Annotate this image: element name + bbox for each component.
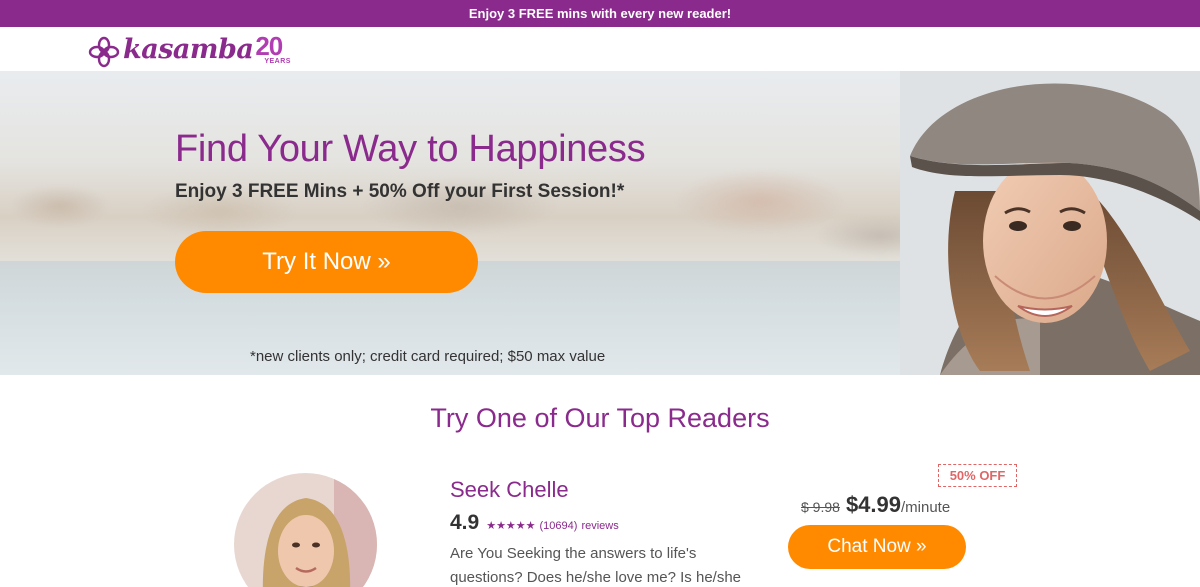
hero-disclaimer: *new clients only; credit card required;… — [250, 348, 606, 365]
try-it-now-button[interactable]: Try It Now » — [175, 231, 478, 293]
anniversary-number: 20 — [255, 31, 283, 61]
price-unit: /minute — [901, 499, 951, 516]
review-label[interactable]: reviews — [581, 520, 618, 532]
logo[interactable]: kasamba 20 YEARS — [88, 32, 291, 70]
reader-price: $ 9.98 $4.99 /minute — [801, 492, 950, 518]
top-readers-title: Try One of Our Top Readers — [430, 403, 770, 433]
logo-wordmark: kasamba — [123, 34, 254, 65]
site-header: kasamba 20 YEARS — [0, 27, 1200, 71]
review-count[interactable]: (10694) — [540, 520, 578, 532]
kasamba-flower-icon — [88, 36, 120, 68]
anniversary-label: YEARS — [264, 58, 291, 65]
chat-now-button[interactable]: Chat Now » — [788, 525, 966, 569]
hero-banner: Find Your Way to Happiness Enjoy 3 FREE … — [0, 71, 1200, 375]
reader-card: Seek Chelle 4.9 ★★★★★ (10694) reviews Ar… — [0, 460, 1200, 587]
rating-value: 4.9 — [450, 511, 480, 534]
reader-avatar-photo — [234, 473, 377, 587]
hero-title: Find Your Way to Happiness — [175, 128, 646, 170]
promo-bar-text: Enjoy 3 FREE mins with every new reader! — [468, 6, 732, 21]
discount-badge: 50% OFF — [938, 464, 1017, 487]
star-rating-icon: ★★★★★ — [486, 520, 536, 532]
hero-woman-photo — [900, 71, 1200, 375]
new-price: $4.99 — [845, 492, 901, 517]
old-price: $ 9.98 — [801, 499, 840, 515]
reader-name[interactable]: Seek Chelle — [450, 477, 569, 503]
hero-subtitle: Enjoy 3 FREE Mins + 50% Off your First S… — [175, 181, 625, 202]
reader-description: Are You Seeking the answers to life's qu… — [450, 545, 742, 586]
reader-avatar[interactable] — [234, 473, 377, 587]
promo-bar[interactable]: Enjoy 3 FREE mins with every new reader! — [0, 0, 1200, 27]
anniversary-badge: 20 YEARS — [255, 32, 291, 68]
reader-rating: 4.9 ★★★★★ (10694) reviews — [450, 511, 619, 535]
